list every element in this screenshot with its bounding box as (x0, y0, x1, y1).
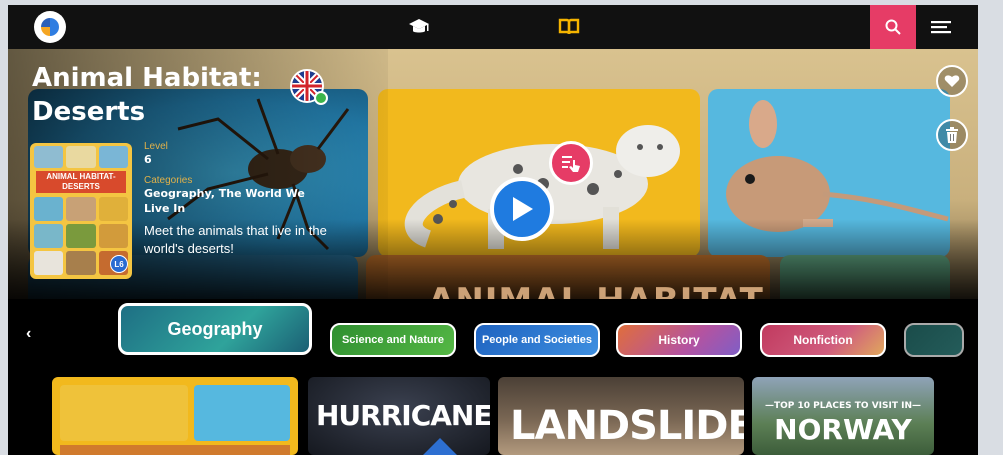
categories-label: Categories (144, 175, 193, 186)
book-card-hurricanes[interactable]: HURRICANES (308, 377, 490, 455)
cover-top-images (34, 146, 128, 168)
book-thumb (194, 385, 290, 441)
category-chip-geography[interactable]: Geography (118, 303, 312, 355)
book-card-norway[interactable]: —TOP 10 PLACES TO VISIT IN— NORWAY (752, 377, 934, 455)
book-title-landslides: LANDSLIDES (510, 403, 744, 449)
search-button[interactable] (870, 5, 916, 49)
read-button[interactable] (549, 141, 593, 185)
play-icon (513, 197, 533, 221)
category-label: People and Societies (481, 333, 593, 346)
book-thumb-shape (423, 438, 457, 455)
favorite-button[interactable] (936, 65, 968, 97)
trash-icon (946, 127, 958, 143)
open-book-icon[interactable] (558, 17, 580, 37)
app-window: ANIMAL HABITAT- (8, 5, 978, 455)
book-title-line1: Animal Habitat: (32, 63, 262, 93)
category-chip-history[interactable]: History (616, 323, 742, 357)
book-title: Animal Habitat: Deserts (32, 61, 292, 129)
graduation-cap-icon[interactable] (408, 17, 430, 37)
category-chip-nonfiction[interactable]: Nonfiction (760, 323, 886, 357)
book-title-hurricanes: HURRICANES (316, 399, 490, 432)
category-chip-people-and-societies[interactable]: People and Societies (474, 323, 600, 357)
category-chip-science-and-nature[interactable]: Science and Nature (330, 323, 456, 357)
category-label: History (658, 332, 700, 347)
hamburger-menu-icon[interactable] (930, 17, 952, 37)
top-navigation-bar (8, 5, 978, 49)
level-badge: L6 (110, 255, 128, 273)
level-label: Level (144, 141, 168, 152)
category-prev-arrow[interactable]: ‹ (26, 325, 31, 343)
book-card-landslides[interactable]: LANDSLIDES (498, 377, 744, 455)
cover-banner-text: ANIMAL HABITAT- (428, 281, 774, 299)
book-subtitle-norway: —TOP 10 PLACES TO VISIT IN— (764, 401, 922, 411)
play-button[interactable] (490, 177, 554, 241)
book-card-deserts[interactable] (52, 377, 298, 455)
search-icon (885, 19, 901, 35)
book-thumb (60, 385, 188, 441)
heart-icon (944, 75, 960, 87)
book-title-norway: NORWAY (774, 413, 912, 446)
category-label: Nonfiction (793, 332, 853, 347)
categories-value: Geography, The World We Live In (144, 187, 305, 215)
read-touch-icon (562, 156, 580, 172)
category-label: Science and Nature (341, 333, 445, 346)
cover-title: ANIMAL HABITAT- DESERTS (36, 171, 126, 193)
book-cover[interactable]: ANIMAL HABITAT- DESERTS L6 (30, 143, 132, 279)
book-thumb-band (60, 445, 290, 455)
globe-logo-icon[interactable] (34, 11, 66, 43)
level-value: 6 (144, 153, 152, 166)
language-check-icon (314, 91, 328, 105)
delete-button[interactable] (936, 119, 968, 151)
category-chip-partial[interactable] (904, 323, 964, 357)
book-title-line2: Deserts (32, 97, 146, 127)
book-description: Meet the animals that live in the world'… (144, 223, 327, 256)
category-label: Geography (167, 318, 263, 339)
